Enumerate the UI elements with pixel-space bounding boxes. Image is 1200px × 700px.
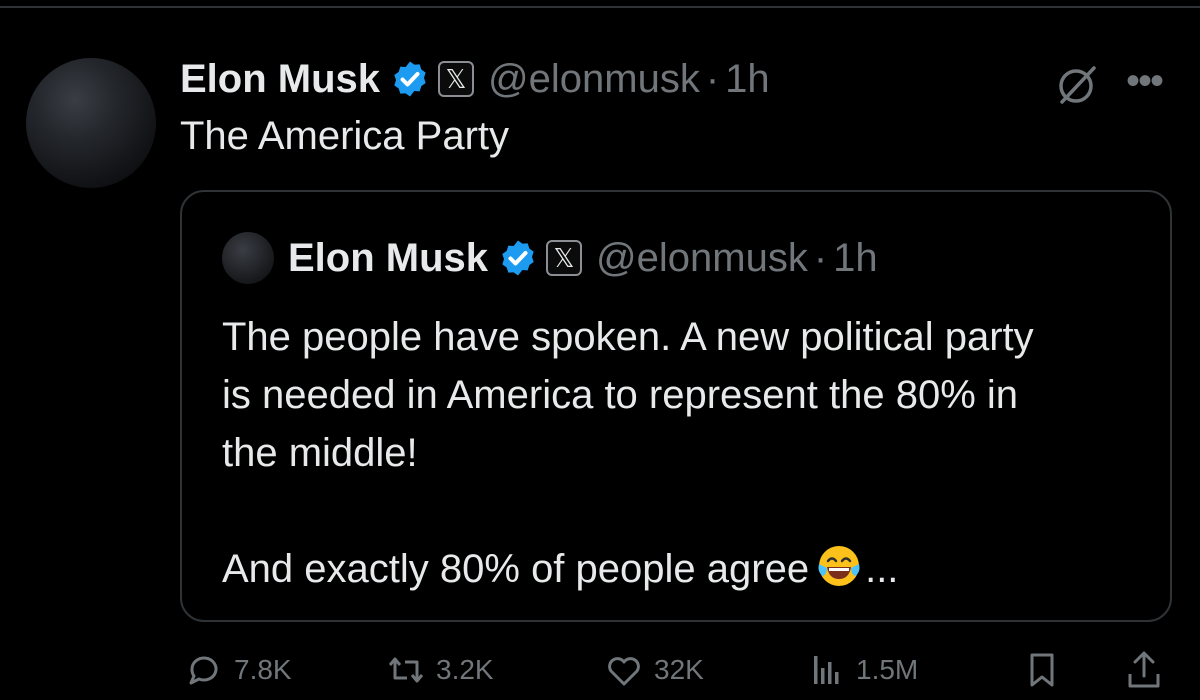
quoted-text-line: is needed in America to represent the 80… [222, 373, 1019, 417]
avatar[interactable] [26, 58, 156, 188]
separator-dot: · [705, 56, 720, 101]
repost-count: 3.2K [436, 654, 494, 685]
quoted-handle: @elonmusk [596, 235, 808, 280]
laughing-tears-emoji-icon [818, 546, 860, 586]
author-handle[interactable]: @elonmusk [488, 57, 700, 102]
quoted-text-line: And exactly 80% of people agree ... [222, 540, 1152, 598]
tweet-time[interactable]: 1h [725, 57, 770, 102]
bookmark-icon [1030, 653, 1054, 687]
share-icon [1128, 651, 1160, 688]
grok-icon[interactable] [1052, 60, 1102, 110]
x-badge-icon: 𝕏 [546, 240, 583, 276]
quoted-text-line: the middle! [222, 431, 418, 475]
author-name[interactable]: Elon Musk [180, 57, 380, 102]
reply-button[interactable]: 7.8K [184, 650, 292, 690]
views-icon [814, 656, 839, 684]
quoted-time: 1h [833, 235, 878, 280]
bookmark-button[interactable] [1022, 650, 1072, 690]
top-divider [0, 6, 1200, 8]
quoted-author-name: Elon Musk [288, 235, 489, 280]
quoted-text-ellipsis: ... [865, 547, 899, 591]
tweet-header: Elon Musk 𝕏 @elonmusk · 1h [180, 54, 770, 104]
repost-icon [388, 657, 424, 683]
reply-icon [189, 656, 218, 685]
separator-dot: · [813, 235, 828, 280]
quoted-avatar [222, 232, 274, 284]
quoted-tweet[interactable]: Elon Musk 𝕏 @elonmusk · 1h The people ha… [180, 190, 1172, 622]
tweet-text: The America Party [180, 114, 510, 158]
views-button[interactable]: 1.5M [806, 650, 918, 690]
verified-badge-icon [502, 240, 534, 276]
like-count: 32K [654, 654, 704, 685]
more-icon[interactable]: ••• [1126, 61, 1174, 101]
views-count: 1.5M [856, 654, 919, 685]
tweet-screen: Elon Musk 𝕏 @elonmusk · 1h ••• The Ameri… [0, 0, 1200, 700]
x-badge-icon: 𝕏 [438, 61, 475, 97]
reply-count: 7.8K [234, 654, 292, 685]
quoted-text-fragment: And exactly 80% of people agree [222, 547, 810, 591]
quoted-text: The people have spoken. A new political … [222, 308, 1152, 598]
like-icon [608, 657, 640, 686]
verified-badge-icon [394, 61, 426, 97]
action-bar: 7.8K 3.2K 32K 1.5M [0, 640, 1200, 700]
repost-button[interactable]: 3.2K [386, 650, 494, 690]
quoted-text-line: The people have spoken. A new political … [222, 315, 1034, 359]
share-button[interactable] [1124, 650, 1174, 690]
like-button[interactable]: 32K [604, 650, 704, 690]
quoted-header: Elon Musk 𝕏 @elonmusk · 1h [288, 232, 878, 284]
